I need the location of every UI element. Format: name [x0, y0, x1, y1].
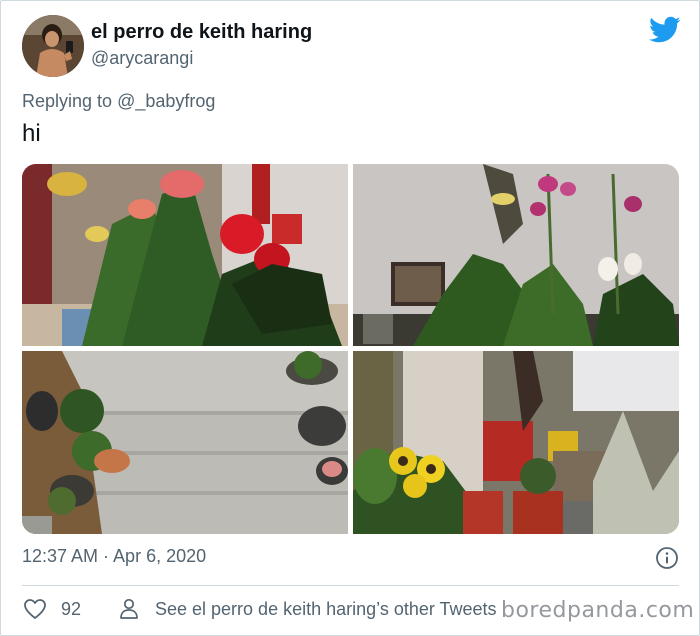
tweet-card: el perro de keith haring @arycarangi Rep… [0, 0, 700, 636]
heart-icon[interactable] [23, 598, 47, 620]
tweet-text: hi [22, 120, 41, 147]
display-name[interactable]: el perro de keith haring [91, 21, 312, 44]
replying-prefix: Replying to [22, 91, 113, 111]
watermark: boredpanda.com [501, 598, 695, 623]
media-grid [22, 164, 679, 534]
like-count: 92 [61, 599, 82, 619]
replying-mention-link[interactable]: @_babyfrog [117, 91, 215, 111]
see-other-tweets-link[interactable]: See el perro de keith haring’s other Twe… [155, 599, 497, 620]
twitter-bird-icon[interactable] [649, 16, 681, 44]
avatar[interactable] [22, 15, 84, 77]
photo-pansies[interactable] [353, 351, 679, 534]
photo-bouquet[interactable] [22, 164, 348, 346]
person-icon[interactable] [119, 598, 139, 620]
divider [22, 585, 679, 586]
photo-orchids[interactable] [353, 164, 679, 346]
photo-steps[interactable] [22, 351, 348, 534]
user-handle[interactable]: @arycarangi [91, 48, 193, 69]
info-icon[interactable] [655, 546, 679, 570]
tweet-timestamp[interactable]: 12:37 AM · Apr 6, 2020 [22, 546, 206, 567]
replying-to: Replying to @_babyfrog [22, 91, 215, 112]
